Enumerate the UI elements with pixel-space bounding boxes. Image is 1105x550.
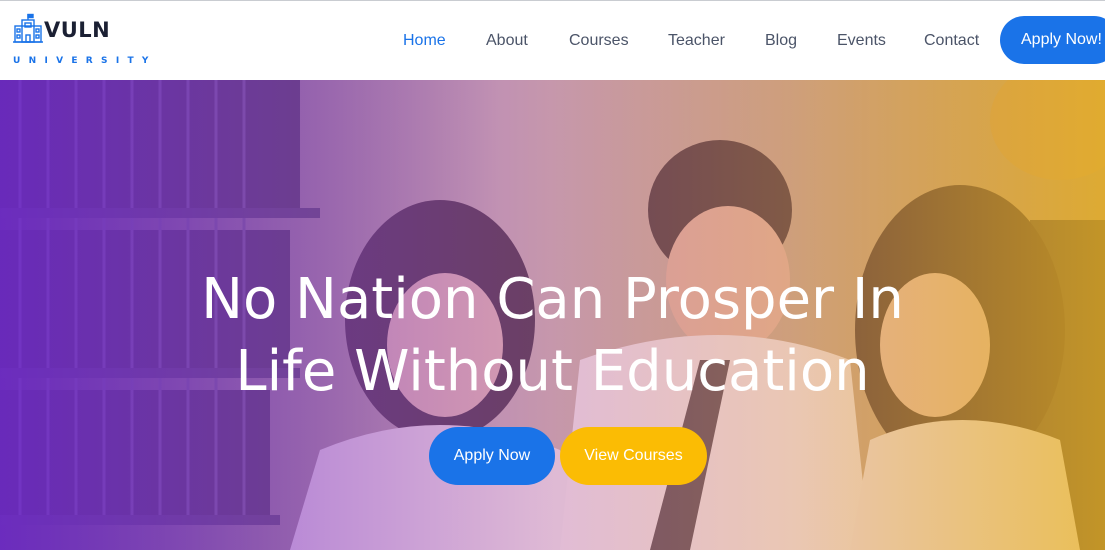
apply-now-header-button[interactable]: Apply Now! <box>1000 16 1105 64</box>
nav-contact[interactable]: Contact <box>924 29 979 53</box>
nav-blog[interactable]: Blog <box>765 29 797 53</box>
brand-name: VULN <box>44 18 111 42</box>
brand-subtitle: UNIVERSITY <box>13 56 157 66</box>
nav-events[interactable]: Events <box>837 29 886 53</box>
nav-teacher[interactable]: Teacher <box>668 29 725 53</box>
hero-title-line-2: Life Without Education <box>235 339 870 404</box>
site-header: VULN UNIVERSITY Home About Courses Teach… <box>0 1 1105 80</box>
nav-courses[interactable]: Courses <box>569 29 629 53</box>
hero-title: No Nation Can Prosper In Life Without Ed… <box>0 264 1105 408</box>
hero-title-line-1: No Nation Can Prosper In <box>201 267 904 332</box>
nav-about[interactable]: About <box>486 29 528 53</box>
nav-home[interactable]: Home <box>403 29 446 53</box>
apply-now-button[interactable]: Apply Now <box>429 427 555 485</box>
hero-section: No Nation Can Prosper In Life Without Ed… <box>0 80 1105 550</box>
university-building-icon <box>13 13 43 43</box>
view-courses-button[interactable]: View Courses <box>560 427 707 485</box>
brand-logo[interactable]: VULN UNIVERSITY <box>12 13 148 73</box>
